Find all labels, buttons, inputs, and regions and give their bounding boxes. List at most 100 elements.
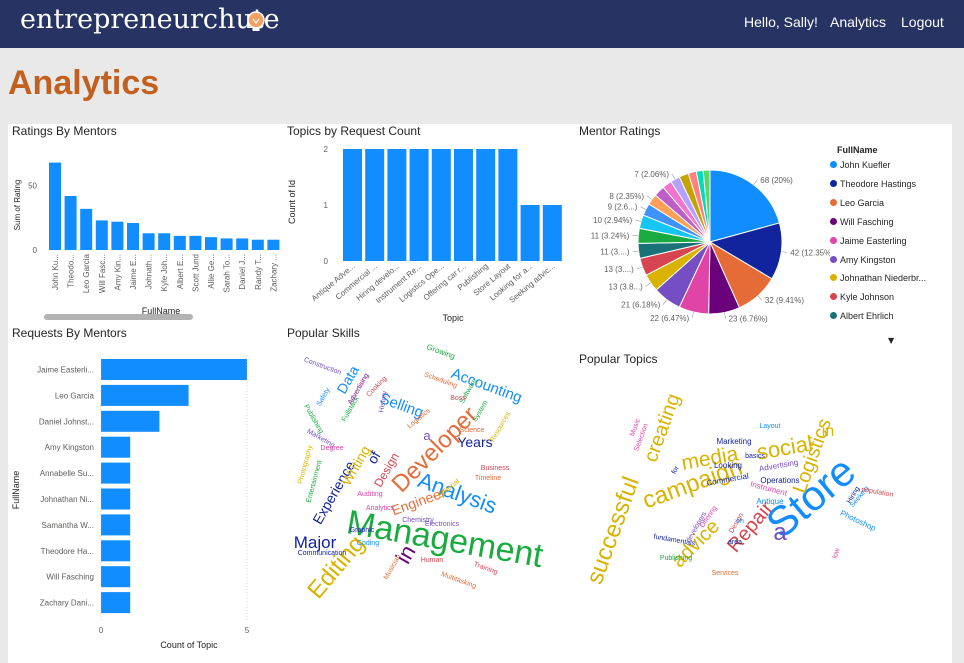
word-cloud-word[interactable]: a <box>773 519 787 546</box>
word-cloud-word[interactable]: successful <box>581 473 645 588</box>
bar[interactable] <box>220 238 233 250</box>
pie-data-label: 23 (6.76%) <box>729 314 768 323</box>
word-cloud-word[interactable]: in <box>822 423 834 440</box>
legend-item[interactable]: John Kuefler <box>830 160 891 170</box>
x-tick-label: Randy T... <box>254 254 263 290</box>
bar[interactable] <box>520 205 540 261</box>
legend-item[interactable]: Jaime Easterling <box>830 236 907 246</box>
bar[interactable] <box>476 149 496 261</box>
word-cloud-word[interactable]: Photoshop <box>839 509 878 534</box>
word-cloud-word[interactable]: Coding <box>357 540 379 547</box>
word-cloud-word[interactable]: a <box>423 428 431 443</box>
bar[interactable] <box>101 410 160 432</box>
word-cloud-word[interactable]: Safety <box>316 386 332 407</box>
word-cloud-word[interactable]: Communication <box>298 550 347 557</box>
bar[interactable] <box>205 237 217 250</box>
word-cloud-word[interactable]: Degree <box>321 445 344 452</box>
popular-topics-title: Popular Topics <box>579 352 658 366</box>
bar[interactable] <box>95 220 108 250</box>
logo[interactable]: entrepreneurchute <box>20 4 280 35</box>
bar[interactable] <box>542 205 562 261</box>
word-cloud-word[interactable]: Multitasking <box>440 571 477 590</box>
legend-item[interactable]: Kyle Johnson <box>830 292 894 302</box>
bar[interactable] <box>189 235 202 250</box>
bar[interactable] <box>101 436 131 458</box>
bar[interactable] <box>101 566 131 588</box>
topics-by-request-title: Topics by Request Count <box>287 124 421 138</box>
nav-logout[interactable]: Logout <box>901 14 944 30</box>
word-cloud-word[interactable]: Construction <box>303 357 342 377</box>
bar[interactable] <box>251 239 264 250</box>
legend-label: Kyle Johnson <box>840 292 895 303</box>
pie-leader-line <box>753 179 758 185</box>
y-tick-label: Theodore Ha... <box>41 547 94 556</box>
word-cloud-word[interactable]: Publishing <box>660 555 692 562</box>
word-cloud-word[interactable]: Looking <box>714 461 742 470</box>
word-cloud-word[interactable]: Resources <box>489 411 512 444</box>
legend-more-caret-icon[interactable]: ▼ <box>888 336 894 345</box>
bar[interactable] <box>498 149 518 261</box>
legend-item[interactable]: Theodore Hastings <box>830 179 916 189</box>
bar[interactable] <box>127 223 139 250</box>
y-axis-label: FullName <box>11 471 21 510</box>
bar[interactable] <box>267 239 280 250</box>
bar[interactable] <box>365 149 385 261</box>
x-tick-label: Will Fasc... <box>98 254 107 293</box>
word-cloud-word[interactable]: Marketing <box>716 437 751 446</box>
word-cloud-word[interactable]: area <box>728 539 742 546</box>
pie-data-label: 7 (2.06%) <box>634 170 669 179</box>
x-axis-label: Topic <box>442 313 464 323</box>
bar[interactable] <box>101 359 247 380</box>
bar[interactable] <box>64 196 77 250</box>
word-cloud-word[interactable]: Years <box>457 434 492 450</box>
word-cloud-word[interactable]: Boss <box>450 395 466 402</box>
word-cloud-word[interactable]: Antique <box>756 497 784 506</box>
x-tick-label: John Ku... <box>51 254 60 290</box>
bar[interactable] <box>343 149 362 261</box>
bar[interactable] <box>387 149 407 261</box>
bar[interactable] <box>101 384 189 406</box>
word-cloud-word[interactable]: Analytics <box>366 505 395 512</box>
nav-analytics[interactable]: Analytics <box>830 14 886 30</box>
bar[interactable] <box>101 514 131 536</box>
legend-item[interactable]: Will Fasching <box>830 217 894 227</box>
word-cloud-word[interactable]: Graphic <box>350 527 375 534</box>
word-cloud-word[interactable]: Science <box>460 427 485 434</box>
bar[interactable] <box>409 149 429 261</box>
word-cloud-word[interactable]: on <box>736 518 744 525</box>
bar[interactable] <box>431 149 451 261</box>
bar[interactable] <box>158 233 171 250</box>
bar[interactable] <box>111 221 124 250</box>
bar[interactable] <box>173 235 186 250</box>
bar[interactable] <box>101 462 131 484</box>
bar[interactable] <box>80 208 93 250</box>
bar[interactable] <box>49 162 61 250</box>
legend-item[interactable]: Johnathan Niederbr... <box>830 273 926 283</box>
y-tick-label: Zachary Dani... <box>40 599 94 608</box>
legend-item[interactable]: Amy Kingston <box>830 255 896 265</box>
word-cloud-word[interactable]: population <box>861 486 894 499</box>
word-cloud-word[interactable]: basics <box>745 453 765 460</box>
bar[interactable] <box>101 540 131 562</box>
bar[interactable] <box>454 149 473 261</box>
bar[interactable] <box>101 592 131 614</box>
bar[interactable] <box>236 238 249 250</box>
word-cloud-word[interactable]: Chemistry <box>402 517 434 524</box>
word-cloud-word[interactable]: low <box>832 546 842 559</box>
pie-data-label: 32 (9.41%) <box>765 296 804 305</box>
greeting-link[interactable]: Hello, Sally! <box>744 14 818 30</box>
word-cloud-word[interactable]: Human <box>421 557 444 564</box>
word-cloud-word[interactable]: Timeline <box>475 475 501 482</box>
word-cloud-word[interactable]: Layout <box>759 423 780 430</box>
word-cloud-word[interactable]: Services <box>712 570 739 577</box>
pie-data-label: 9 (2.6...) <box>608 203 638 212</box>
legend-item[interactable]: Leo Garcia <box>830 198 884 208</box>
bar[interactable] <box>142 233 155 250</box>
legend-item[interactable]: Albert Ehrlich <box>830 311 894 321</box>
ratings-scrollbar-thumb[interactable] <box>44 314 193 320</box>
pie-data-label: 13 (3.8...) <box>609 282 644 291</box>
word-cloud-word[interactable]: Business <box>481 465 510 472</box>
word-cloud-word[interactable]: Growing <box>425 342 456 361</box>
word-cloud-word[interactable]: Auditing <box>357 491 382 498</box>
bar[interactable] <box>101 488 131 510</box>
